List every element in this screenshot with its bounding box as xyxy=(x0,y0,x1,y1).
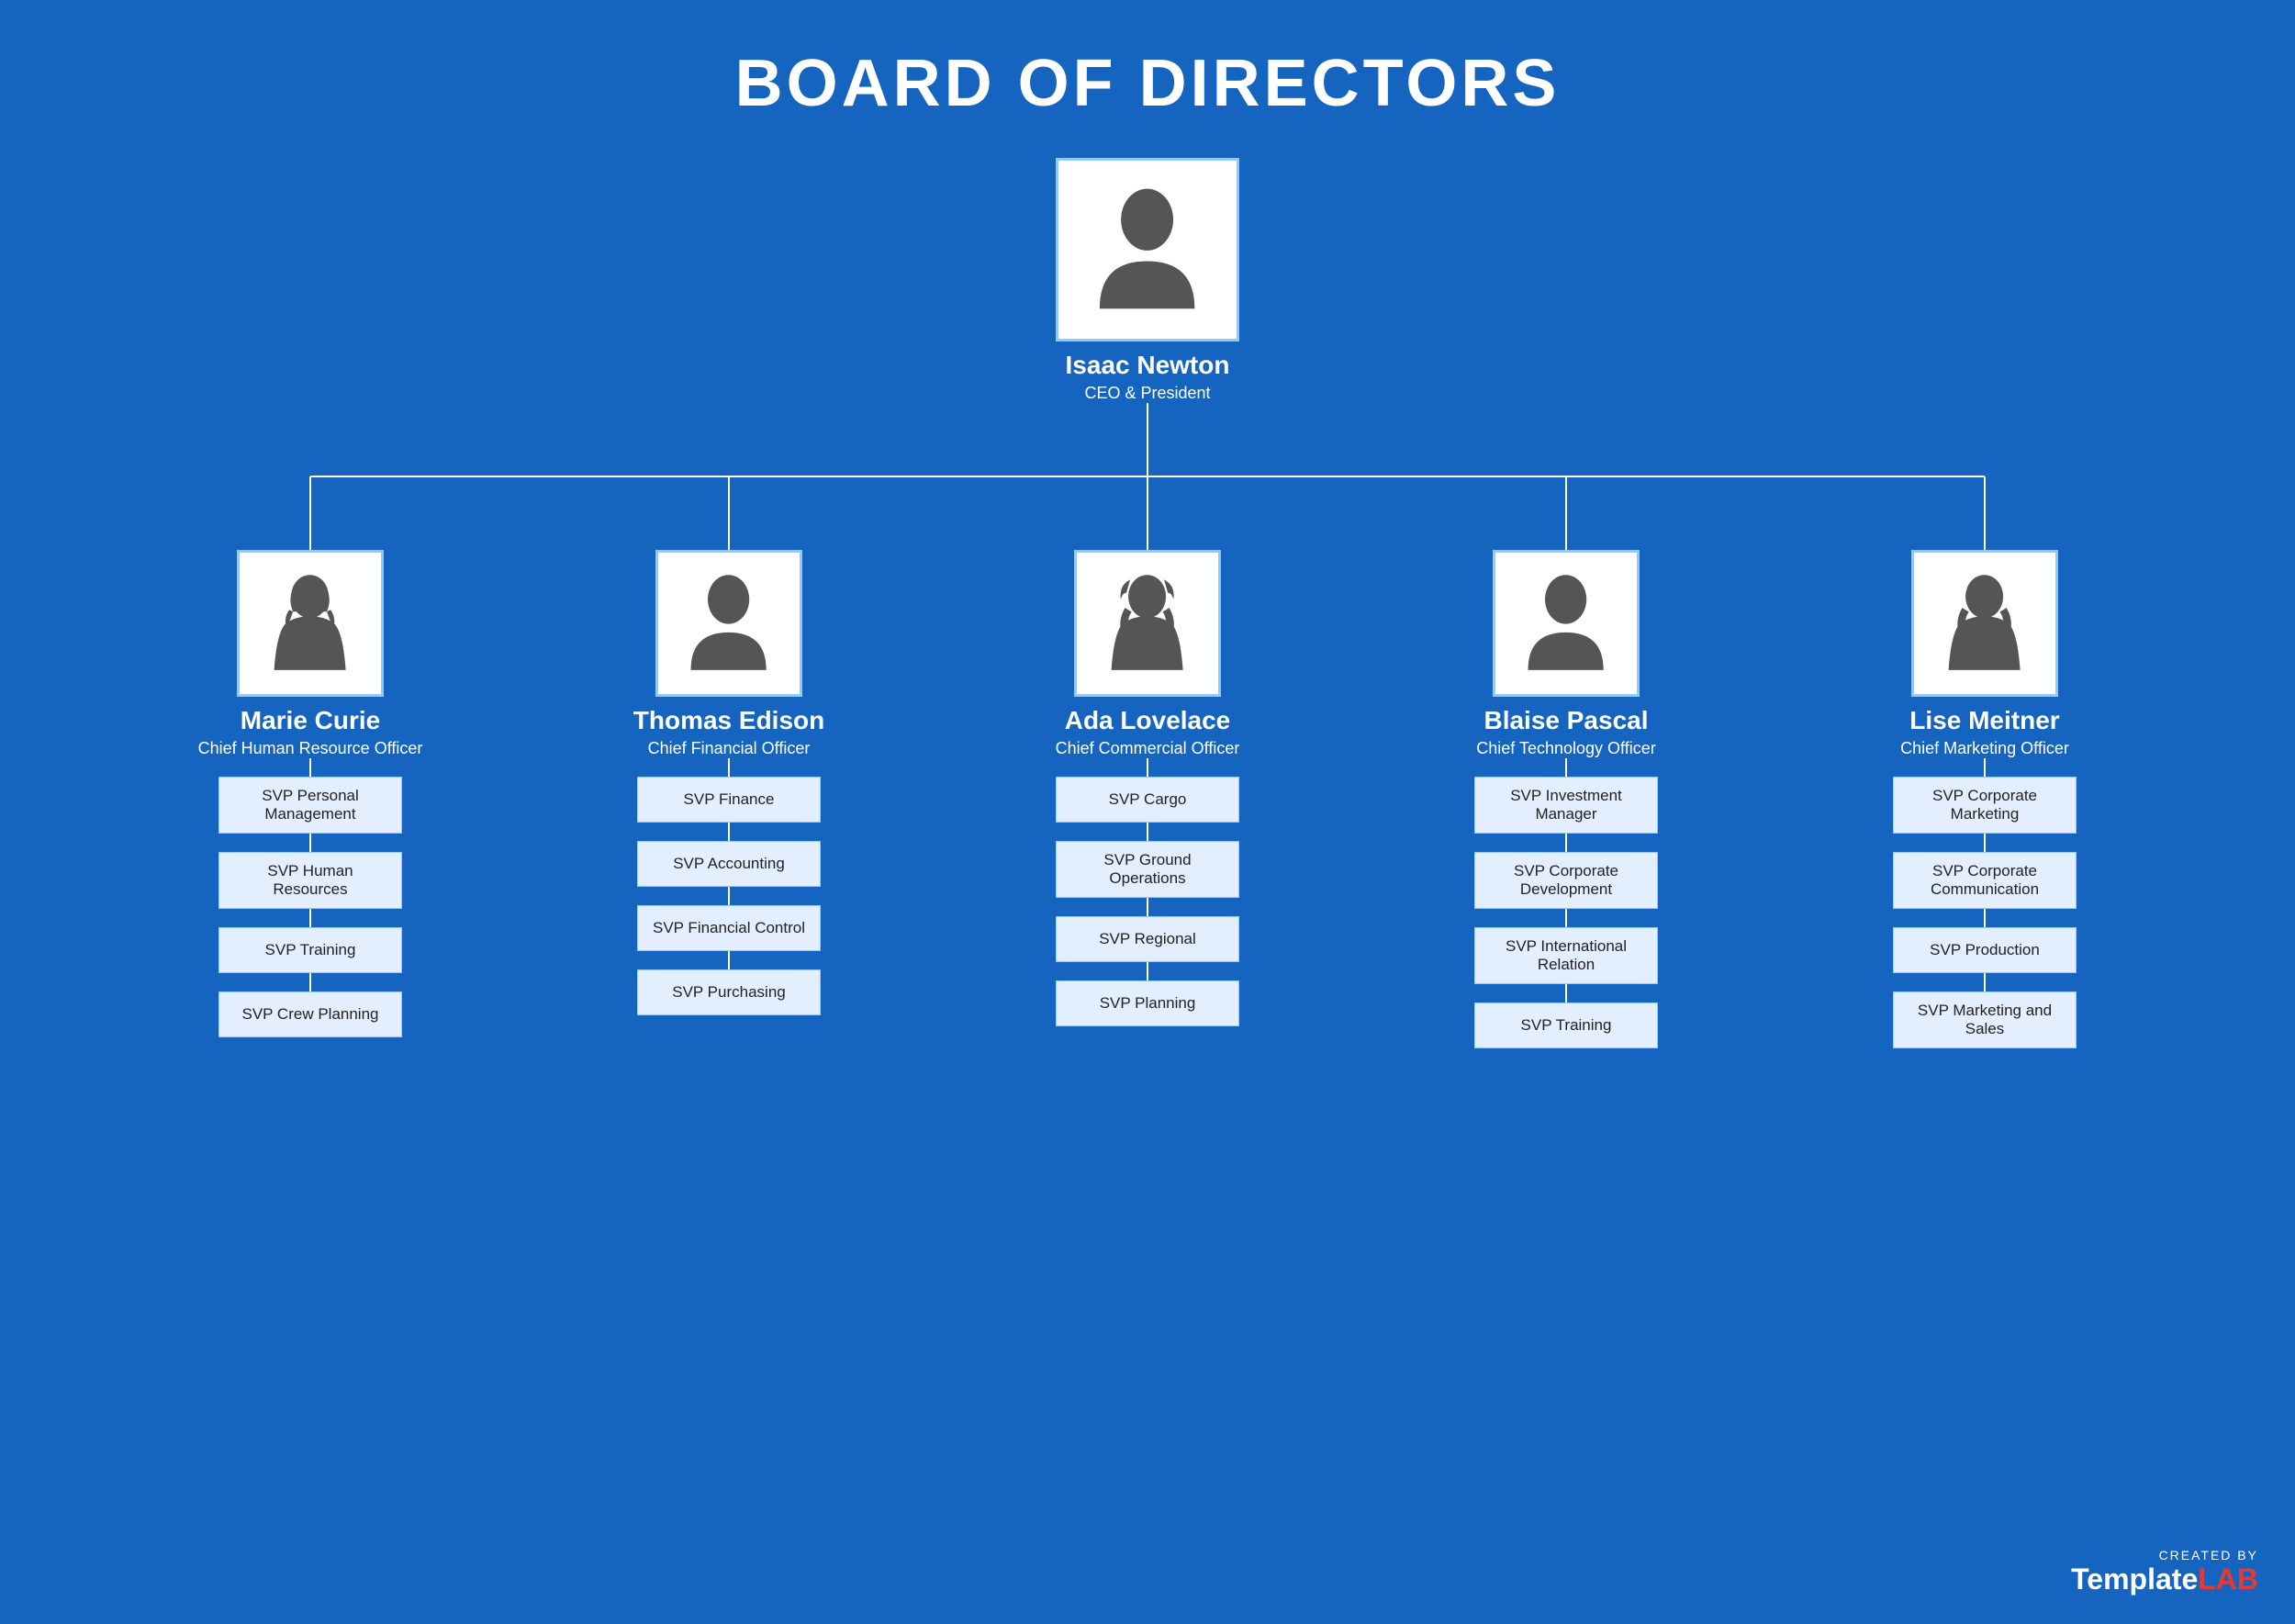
svp-connector xyxy=(309,758,311,777)
director-card-1: Thomas Edison Chief Financial Officer xyxy=(633,550,824,758)
director-title-1: Chief Financial Officer xyxy=(648,739,811,758)
svp-box-3-3: SVP Training xyxy=(1474,1002,1658,1048)
svp-box-2-0: SVP Cargo xyxy=(1056,777,1239,823)
director-title-0: Chief Human Resource Officer xyxy=(198,739,423,758)
director-avatar-icon-3 xyxy=(1509,566,1622,679)
ceo-avatar-icon xyxy=(1076,178,1218,320)
svp-connector xyxy=(1565,834,1567,852)
svp-box-4-0: SVP Corporate Marketing xyxy=(1893,777,2077,834)
svp-chain-0: SVP Personal Management SVP Human Resour… xyxy=(218,758,402,1037)
svp-box-1-1: SVP Accounting xyxy=(637,841,821,887)
svp-box-1-0: SVP Finance xyxy=(637,777,821,823)
director-name-1: Thomas Edison xyxy=(633,706,824,735)
svp-box-4-2: SVP Production xyxy=(1893,927,2077,973)
svp-chain-1: SVP Finance SVP Accounting SVP Financial… xyxy=(637,758,821,1015)
org-chart: Isaac Newton CEO & President xyxy=(0,158,2295,1048)
ceo-name: Isaac Newton xyxy=(1066,351,1230,380)
director-title-2: Chief Commercial Officer xyxy=(1056,739,1240,758)
svp-box-0-0: SVP Personal Management xyxy=(218,777,402,834)
svp-box-2-3: SVP Planning xyxy=(1056,980,1239,1026)
ceo-avatar-box xyxy=(1056,158,1239,342)
director-avatar-icon-0 xyxy=(253,566,366,679)
branch-thomas-edison: Thomas Edison Chief Financial Officer SV… xyxy=(536,550,922,1048)
director-card-4: Lise Meitner Chief Marketing Officer xyxy=(1900,550,2069,758)
svp-connector xyxy=(728,887,730,905)
svp-connector xyxy=(309,834,311,852)
svp-box-1-2: SVP Financial Control xyxy=(637,905,821,951)
director-name-0: Marie Curie xyxy=(241,706,381,735)
director-avatar-3 xyxy=(1493,550,1640,697)
svp-connector xyxy=(1147,823,1148,841)
svp-connector xyxy=(1147,898,1148,916)
watermark-created-by: CREATED BY xyxy=(2159,1548,2258,1562)
svp-connector xyxy=(728,823,730,841)
svp-connector xyxy=(1565,984,1567,1002)
director-avatar-2 xyxy=(1074,550,1221,697)
director-name-4: Lise Meitner xyxy=(1909,706,2059,735)
director-card-3: Blaise Pascal Chief Technology Officer xyxy=(1476,550,1655,758)
svp-box-3-2: SVP International Relation xyxy=(1474,927,1658,984)
page-title: BOARD OF DIRECTORS xyxy=(0,0,2295,158)
svp-box-3-1: SVP Corporate Development xyxy=(1474,852,1658,909)
director-avatar-1 xyxy=(655,550,802,697)
svp-connector xyxy=(1984,834,1986,852)
director-avatar-icon-1 xyxy=(672,566,785,679)
branch-marie-curie: Marie Curie Chief Human Resource Officer… xyxy=(118,550,503,1048)
svp-box-2-2: SVP Regional xyxy=(1056,916,1239,962)
director-avatar-4 xyxy=(1911,550,2058,697)
svp-box-2-1: SVP Ground Operations xyxy=(1056,841,1239,898)
svp-box-0-1: SVP Human Resources xyxy=(218,852,402,909)
branch-ada-lovelace: Ada Lovelace Chief Commercial Officer SV… xyxy=(955,550,1340,1048)
svp-chain-2: SVP Cargo SVP Ground Operations SVP Regi… xyxy=(1056,758,1239,1026)
svp-connector xyxy=(1984,758,1986,777)
director-card-0: Marie Curie Chief Human Resource Officer xyxy=(198,550,423,758)
svp-connector xyxy=(1565,758,1567,777)
ceo-section: Isaac Newton CEO & President xyxy=(1056,158,1239,403)
director-avatar-icon-4 xyxy=(1928,566,2041,679)
svp-connector xyxy=(1147,758,1148,777)
director-name-3: Blaise Pascal xyxy=(1483,706,1648,735)
svp-box-0-2: SVP Training xyxy=(218,927,402,973)
svp-box-4-1: SVP Corporate Communication xyxy=(1893,852,2077,909)
svp-box-0-3: SVP Crew Planning xyxy=(218,991,402,1037)
branch-lise-meitner: Lise Meitner Chief Marketing Officer SVP… xyxy=(1792,550,2177,1048)
svp-connector xyxy=(309,973,311,991)
branch-blaise-pascal: Blaise Pascal Chief Technology Officer S… xyxy=(1373,550,1759,1048)
svp-chain-3: SVP Investment Manager SVP Corporate Dev… xyxy=(1474,758,1658,1048)
level2-cards: Marie Curie Chief Human Resource Officer… xyxy=(46,550,2249,1048)
ceo-title: CEO & President xyxy=(1084,384,1210,403)
svp-box-1-3: SVP Purchasing xyxy=(637,969,821,1015)
svp-connector xyxy=(1984,973,1986,991)
svp-connector xyxy=(1147,962,1148,980)
svp-connector xyxy=(1565,909,1567,927)
watermark-lab: LAB xyxy=(2198,1562,2258,1596)
svp-connector xyxy=(728,951,730,969)
watermark-brand: TemplateLAB xyxy=(2071,1562,2258,1596)
svp-chain-4: SVP Corporate Marketing SVP Corporate Co… xyxy=(1893,758,2077,1048)
director-title-3: Chief Technology Officer xyxy=(1476,739,1655,758)
director-name-2: Ada Lovelace xyxy=(1065,706,1231,735)
tree-container: Marie Curie Chief Human Resource Officer… xyxy=(46,403,2249,1048)
svp-connector xyxy=(309,909,311,927)
svp-box-3-0: SVP Investment Manager xyxy=(1474,777,1658,834)
director-avatar-0 xyxy=(237,550,384,697)
watermark: CREATED BY TemplateLAB xyxy=(2071,1548,2258,1596)
director-title-4: Chief Marketing Officer xyxy=(1900,739,2069,758)
director-card-2: Ada Lovelace Chief Commercial Officer xyxy=(1056,550,1240,758)
director-avatar-icon-2 xyxy=(1091,566,1203,679)
svp-connector xyxy=(1984,909,1986,927)
svp-box-4-3: SVP Marketing and Sales xyxy=(1893,991,2077,1048)
watermark-template: Template xyxy=(2071,1562,2198,1596)
svp-connector xyxy=(728,758,730,777)
ceo-card: Isaac Newton CEO & President xyxy=(1056,158,1239,403)
